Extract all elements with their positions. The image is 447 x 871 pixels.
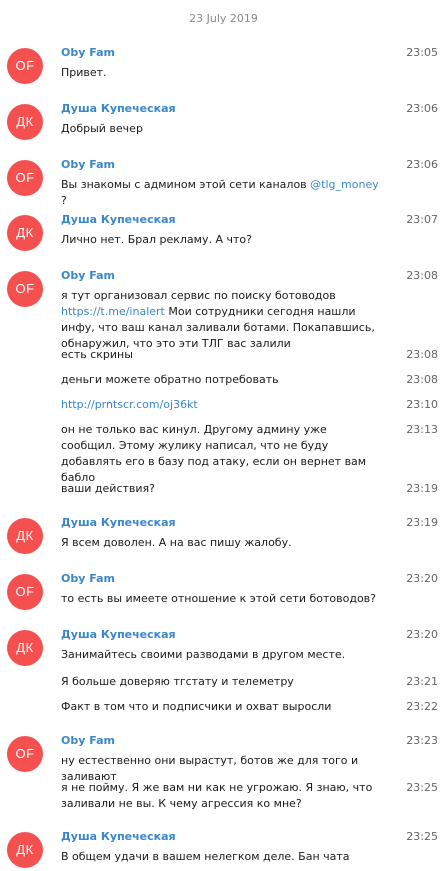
message-time: 23:20 <box>406 628 438 641</box>
message-text: он не только вас кинул. Другому админу у… <box>61 423 367 484</box>
message-text-part: я тут организовал сервис по поиску ботов… <box>61 289 336 302</box>
message-time: 23:08 <box>406 269 438 282</box>
message-text: Привет. <box>61 66 107 79</box>
message-text: Лично нет. Брал рекламу. А что? <box>61 233 252 246</box>
message-time: 23:10 <box>406 398 438 411</box>
avatar[interactable]: OF <box>7 48 43 84</box>
message-text: Я всем доволен. А на вас пишу жалобу. <box>61 536 292 549</box>
message-text: http://prntscr.com/oj36kt <box>61 397 381 413</box>
message-time: 23:25 <box>406 781 438 794</box>
avatar[interactable]: ДК <box>7 215 43 251</box>
sender-name[interactable]: Душа Купеческая <box>61 102 176 115</box>
avatar[interactable]: ДК <box>7 104 43 140</box>
sender-name[interactable]: Душа Купеческая <box>61 628 176 641</box>
avatar[interactable]: ДК <box>7 518 43 554</box>
message-time: 23:21 <box>406 675 438 688</box>
avatar[interactable]: OF <box>7 271 43 307</box>
message-text-part: Вы знакомы с админом этой сети каналов <box>61 178 311 191</box>
message-time: 23:06 <box>406 158 438 171</box>
message-time: 23:19 <box>406 482 438 495</box>
message-text: Занимайтесь своими разводами в другом ме… <box>61 648 346 661</box>
avatar[interactable]: ДК <box>7 832 43 868</box>
channel-link[interactable]: @tlg_money <box>310 178 379 191</box>
message-text: то есть вы имеете отношение к этой сети … <box>61 592 377 605</box>
message-text: Я больше доверяю тгстату и телеметру <box>61 675 294 688</box>
message-time: 23:05 <box>406 46 438 59</box>
screenshot-link[interactable]: http://prntscr.com/oj36kt <box>61 398 198 411</box>
avatar[interactable]: ДК <box>7 630 43 666</box>
message-time: 23:23 <box>406 734 438 747</box>
sender-name[interactable]: Душа Купеческая <box>61 516 176 529</box>
avatar[interactable]: OF <box>7 736 43 772</box>
sender-name[interactable]: Oby Fam <box>61 572 115 585</box>
sender-name[interactable]: Oby Fam <box>61 734 115 747</box>
bot-link[interactable]: https://t.me/inalert <box>61 305 165 318</box>
message-text: Добрый вечер <box>61 122 143 135</box>
message-time: 23:07 <box>406 213 438 226</box>
message-time: 23:20 <box>406 572 438 585</box>
message-text: есть скрины <box>61 348 133 361</box>
message-text: деньги можете обратно потребовать <box>61 373 279 386</box>
message-time: 23:08 <box>406 373 438 386</box>
message-time: 23:08 <box>406 348 438 361</box>
date-header: 23 July 2019 <box>189 12 258 25</box>
sender-name[interactable]: Душа Купеческая <box>61 830 176 843</box>
message-text: Вы знакомы с админом этой сети каналов @… <box>61 177 381 209</box>
message-text-part: ? <box>61 194 67 207</box>
sender-name[interactable]: Oby Fam <box>61 46 115 59</box>
avatar[interactable]: OF <box>7 574 43 610</box>
avatar[interactable]: OF <box>7 160 43 196</box>
message-text: я не пойму. Я же вам ни как не угрожаю. … <box>61 781 373 810</box>
sender-name[interactable]: Oby Fam <box>61 269 115 282</box>
message-text: Факт в том что и подписчики и охват выро… <box>61 700 332 713</box>
message-text: я тут организовал сервис по поиску ботов… <box>61 288 381 352</box>
message-time: 23:13 <box>406 423 438 436</box>
message-time: 23:19 <box>406 516 438 529</box>
sender-name[interactable]: Oby Fam <box>61 158 115 171</box>
message-time: 23:25 <box>406 830 438 843</box>
sender-name[interactable]: Душа Купеческая <box>61 213 176 226</box>
message-time: 23:06 <box>406 102 438 115</box>
message-text: ваши действия? <box>61 482 155 495</box>
message-text: В общем удачи в вашем нелегком деле. Бан… <box>61 850 350 863</box>
message-time: 23:22 <box>406 700 438 713</box>
